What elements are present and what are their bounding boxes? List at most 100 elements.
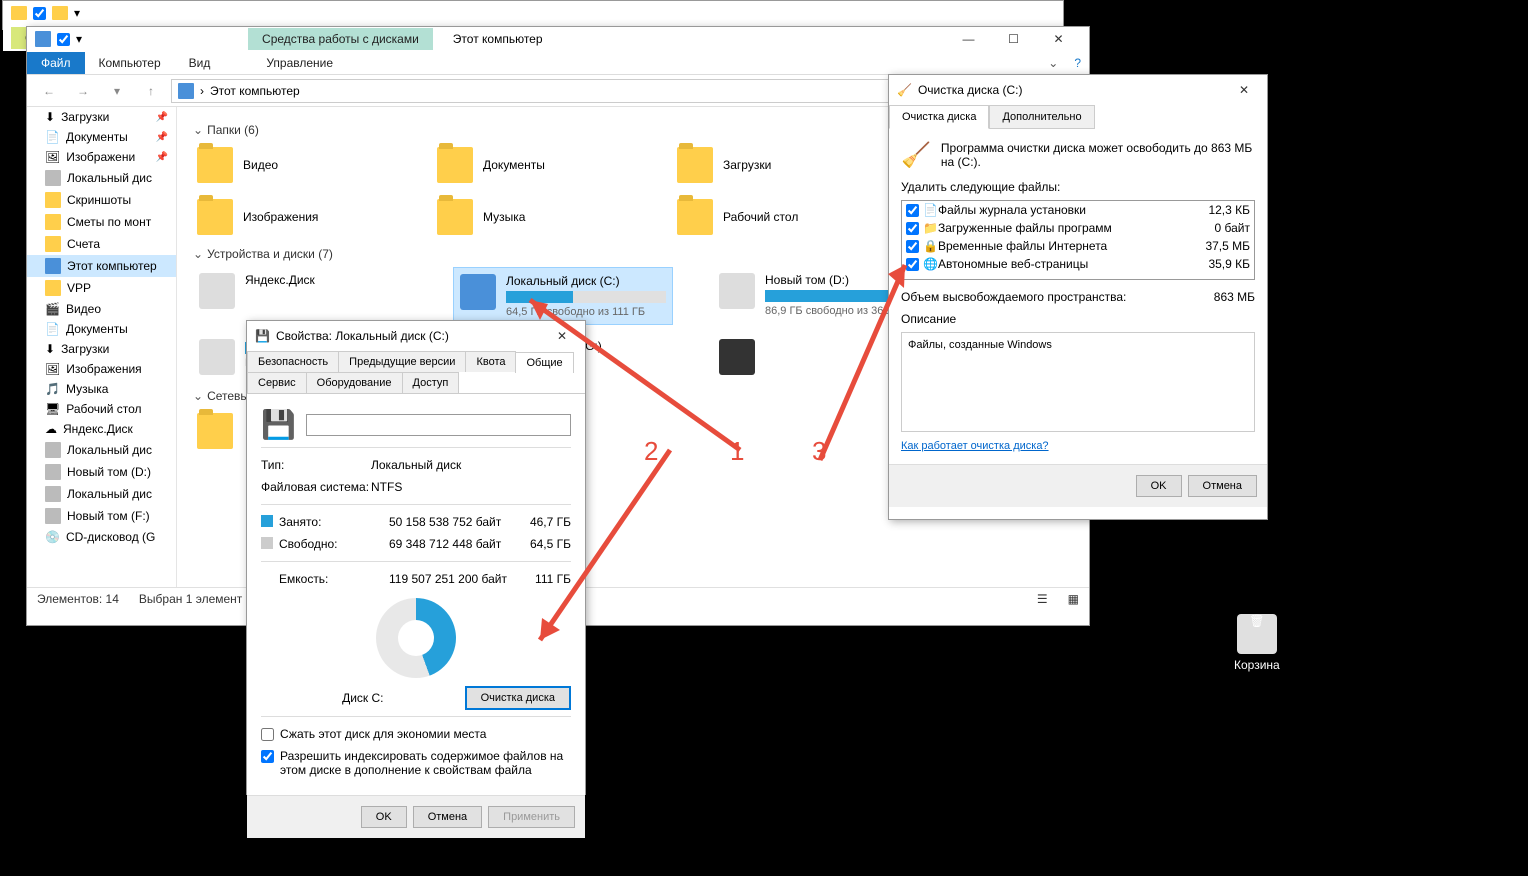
cleanup-item[interactable]: 📄Файлы журнала установки12,3 КБ <box>902 201 1254 219</box>
tab-sharing[interactable]: Доступ <box>402 372 460 393</box>
close-button[interactable]: ✕ <box>1036 25 1081 53</box>
folder-item[interactable]: Рабочий стол <box>673 195 873 239</box>
status-selection: Выбран 1 элемент <box>139 592 242 606</box>
qat-dropdown-icon[interactable]: ▾ <box>76 32 82 46</box>
ok-button[interactable]: OK <box>1136 475 1182 497</box>
tab-security[interactable]: Безопасность <box>247 351 339 372</box>
tab-cleanup[interactable]: Очистка диска <box>889 105 989 129</box>
cleanup-file-list[interactable]: 📄Файлы журнала установки12,3 КБ 📁Загруже… <box>901 200 1255 280</box>
cancel-button[interactable]: Отмена <box>1188 475 1257 497</box>
pin-icon: 📌 <box>156 152 168 163</box>
close-button[interactable]: ✕ <box>547 322 577 350</box>
ok-button[interactable]: OK <box>361 806 407 828</box>
recycle-bin-icon: 🗑 <box>1237 614 1277 654</box>
index-checkbox[interactable]: Разрешить индексировать содержимое файло… <box>261 745 571 781</box>
tab-service[interactable]: Сервис <box>247 372 307 393</box>
tab-view[interactable]: Вид <box>175 52 225 74</box>
nav-forward-button[interactable]: → <box>69 79 97 103</box>
breadcrumb[interactable]: Этот компьютер <box>210 84 300 98</box>
sidebar-item[interactable]: 📄Документы📌 <box>27 127 176 147</box>
free-color-icon <box>261 537 273 549</box>
sidebar-item[interactable]: Счета <box>27 233 176 255</box>
nav-back-button[interactable]: ← <box>35 79 63 103</box>
tab-general[interactable]: Общие <box>515 352 573 373</box>
folder-item[interactable]: Видео <box>193 143 393 187</box>
tab-previous[interactable]: Предыдущие версии <box>338 351 466 372</box>
usage-donut <box>376 598 456 678</box>
sidebar-item[interactable]: ☁Яндекс.Диск <box>27 419 176 439</box>
sidebar-item[interactable]: 🖥Рабочий стол <box>27 399 176 419</box>
ribbon-expand-icon[interactable]: ⌄ <box>1040 52 1066 74</box>
nav-recent-icon[interactable]: ▾ <box>103 79 131 103</box>
apply-button[interactable]: Применить <box>488 806 575 828</box>
folder-item[interactable]: Загрузки <box>673 143 873 187</box>
annotation-number-2: 2 <box>644 436 658 467</box>
disk-cleanup-button[interactable]: Очистка диска <box>465 686 571 710</box>
sidebar-item[interactable]: 🎵Музыка <box>27 379 176 399</box>
drive-icon <box>460 274 496 310</box>
view-icons-icon[interactable]: ▦ <box>1068 592 1079 606</box>
pc-icon <box>178 83 194 99</box>
sidebar-item[interactable]: 🖼Изображени📌 <box>27 147 176 167</box>
cleanup-icon: 🧹 <box>901 141 931 170</box>
recycle-bin[interactable]: 🗑 Корзина <box>1234 614 1280 672</box>
drive-icon <box>719 273 755 309</box>
cleanup-item[interactable]: 🔒Временные файлы Интернета37,5 МБ <box>902 237 1254 255</box>
sidebar-item[interactable]: Локальный дис <box>27 167 176 189</box>
cleanup-tabs: Очистка диска Дополнительно <box>889 105 1267 129</box>
cancel-button[interactable]: Отмена <box>413 806 482 828</box>
drive-icon <box>199 273 235 309</box>
sidebar-item-this-pc[interactable]: Этот компьютер <box>27 255 176 277</box>
sidebar-item[interactable]: ⬇Загрузки📌 <box>27 107 176 127</box>
pin-icon: 📌 <box>156 132 168 143</box>
sidebar-item[interactable]: Скриншоты <box>27 189 176 211</box>
qat-dropdown-icon[interactable]: ▾ <box>74 6 80 20</box>
qat-check[interactable] <box>33 7 46 20</box>
tab-more[interactable]: Дополнительно <box>989 105 1094 129</box>
sidebar-item[interactable]: Локальный дис <box>27 439 176 461</box>
sidebar-item[interactable]: 📄Документы <box>27 319 176 339</box>
drive-item[interactable]: Яндекс.Диск <box>193 267 413 325</box>
sidebar-item[interactable]: 🎬Видео <box>27 299 176 319</box>
qat-check[interactable] <box>57 33 70 46</box>
ribbon-tabs: Файл Компьютер Вид Управление ⌄ ? <box>27 51 1089 75</box>
folder-icon <box>197 147 233 183</box>
help-link[interactable]: Как работает очистка диска? <box>901 440 1049 452</box>
drive-item-c[interactable]: Локальный диск (C:)64,5 ГБ свободно из 1… <box>453 267 673 325</box>
tab-manage[interactable]: Управление <box>252 52 347 74</box>
disk-label: Диск C: <box>261 691 465 705</box>
contextual-tab[interactable]: Средства работы с дисками <box>248 28 433 50</box>
sidebar-item[interactable]: 💿CD-дисковод (G <box>27 527 176 547</box>
properties-dialog: 💾 Свойства: Локальный диск (C:) ✕ Безопа… <box>246 320 586 795</box>
drive-label-input[interactable] <box>306 414 571 436</box>
cleanup-item[interactable]: 🌐Автономные веб-страницы35,9 КБ <box>902 255 1254 273</box>
sidebar-item[interactable]: Новый том (F:) <box>27 505 176 527</box>
compress-checkbox[interactable]: Сжать этот диск для экономии места <box>261 723 571 745</box>
sidebar-item[interactable]: ⬇Загрузки <box>27 339 176 359</box>
minimize-button[interactable]: — <box>946 25 991 53</box>
tab-quota[interactable]: Квота <box>465 351 516 372</box>
folder-item[interactable]: Изображения <box>193 195 393 239</box>
view-details-icon[interactable]: ☰ <box>1037 592 1048 606</box>
tab-computer[interactable]: Компьютер <box>85 52 175 74</box>
cleanup-intro: Программа очистки диска может освободить… <box>941 141 1255 170</box>
cleanup-item[interactable]: 📁Загруженные файлы программ0 байт <box>902 219 1254 237</box>
folder-icon <box>197 413 233 449</box>
recycle-bin-label: Корзина <box>1234 658 1280 672</box>
sidebar-item[interactable]: Локальный дис <box>27 483 176 505</box>
annotation-number-3: 3 <box>812 436 826 467</box>
maximize-button[interactable]: ☐ <box>991 25 1036 53</box>
sidebar-item[interactable]: Новый том (D:) <box>27 461 176 483</box>
tab-hardware[interactable]: Оборудование <box>306 372 403 393</box>
close-button[interactable]: ✕ <box>1229 76 1259 104</box>
help-icon[interactable]: ? <box>1066 52 1089 74</box>
folder-item[interactable]: Документы <box>433 143 633 187</box>
sidebar-item[interactable]: VPP <box>27 277 176 299</box>
sidebar-item[interactable]: Сметы по монт <box>27 211 176 233</box>
folder-item[interactable]: Музыка <box>433 195 633 239</box>
tab-file[interactable]: Файл <box>27 52 85 74</box>
nav-up-button[interactable]: ↑ <box>137 79 165 103</box>
sidebar-item[interactable]: 🖼Изображения <box>27 359 176 379</box>
desc-header: Описание <box>901 312 1255 326</box>
breadcrumb-sep: › <box>200 84 204 98</box>
